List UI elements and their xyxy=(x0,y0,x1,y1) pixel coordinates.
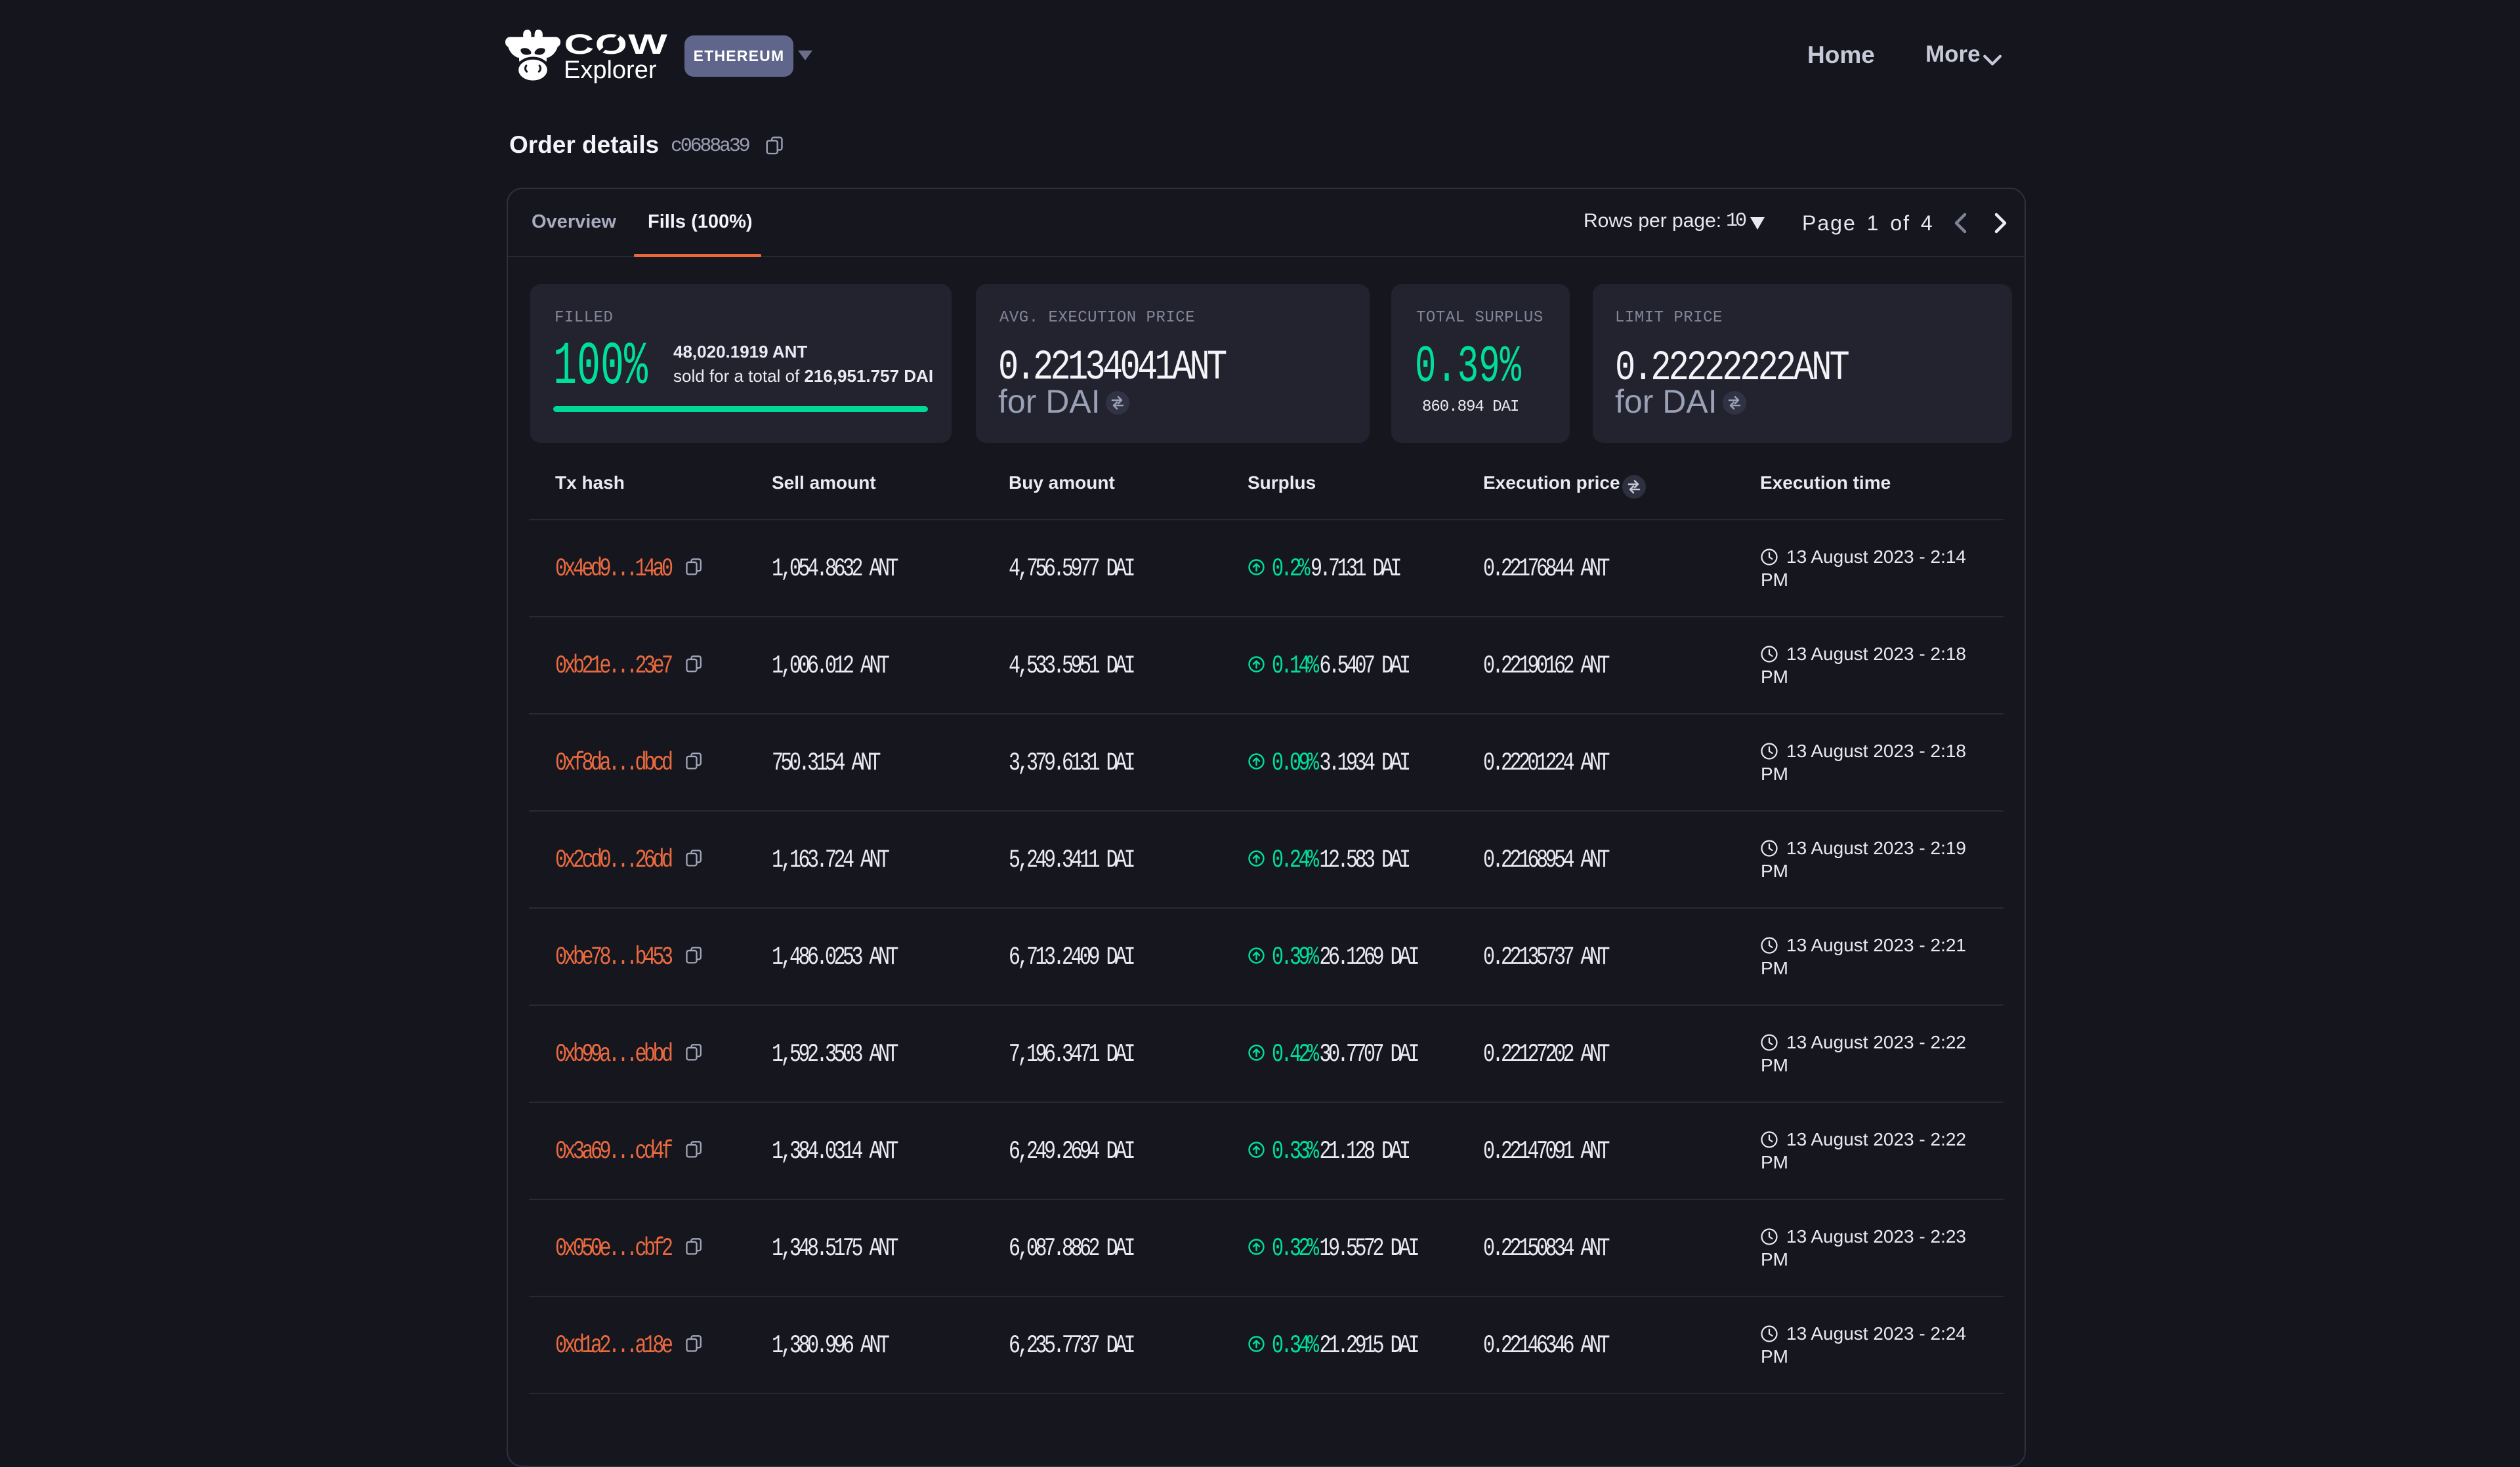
svg-text:Explorer: Explorer xyxy=(564,56,657,84)
svg-text:COW: COW xyxy=(564,29,668,60)
